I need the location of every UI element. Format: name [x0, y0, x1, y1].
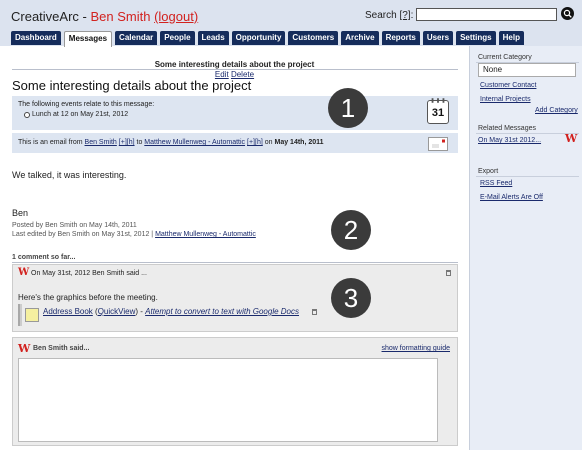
- events-intro: The following events relate to this mess…: [18, 101, 155, 108]
- email-on-word: on: [264, 139, 273, 146]
- email-to-word: to: [136, 139, 143, 146]
- envelope-stamp-icon: [432, 139, 445, 148]
- last-edited-link[interactable]: Matthew Mullenweg - Automattic: [155, 231, 256, 238]
- current-user-name: Ben Smith: [90, 9, 151, 24]
- attachment-line: Address Book (QuickView) - Attempt to co…: [43, 307, 299, 316]
- comment-item: W On May 31st, 2012 Ben Smith said ... H…: [12, 264, 458, 332]
- email-envelope-icon[interactable]: [428, 137, 448, 151]
- email-from-tags[interactable]: [+][h]: [119, 139, 135, 146]
- message-title: Some interesting details about the proje…: [12, 78, 252, 93]
- w-logo-icon: W: [18, 267, 30, 278]
- w-logo-icon: W: [18, 342, 31, 355]
- category-select[interactable]: None: [478, 63, 576, 77]
- calendar-rings-icon: [431, 98, 445, 103]
- tab-leads[interactable]: Leads: [197, 31, 229, 45]
- comment-text: Here's the graphics before the meeting.: [18, 293, 158, 302]
- comments-divider: [12, 262, 458, 263]
- brand-separator: -: [78, 9, 91, 24]
- message-content: Some interesting details about the proje…: [0, 46, 469, 450]
- message-signature: Ben: [12, 208, 29, 218]
- tab-messages[interactable]: Messages: [63, 31, 113, 47]
- brand-title: CreativeArc - Ben Smith (logout): [11, 9, 198, 24]
- posted-by: Posted by Ben Smith on May 14th, 2011: [12, 222, 137, 229]
- calendar-icon[interactable]: 31: [427, 98, 449, 124]
- tab-people[interactable]: People: [160, 31, 195, 45]
- top-header: CreativeArc - Ben Smith (logout) Search …: [0, 0, 582, 47]
- last-edited-prefix: Last edited by Ben Smith on May 31st, 20…: [12, 231, 154, 238]
- comment-count: 1 comment so far...: [12, 254, 76, 261]
- rss-feed-link[interactable]: RSS Feed: [480, 180, 512, 187]
- sidebar-divider: [476, 176, 579, 177]
- sidebar-link-customer-contact[interactable]: Customer Contact: [480, 82, 536, 89]
- email-source-box: This is an email from Ben Smith [+][h] t…: [12, 133, 458, 153]
- related-message-link[interactable]: On May 31st 2012...: [478, 137, 541, 144]
- search-colon: :: [410, 10, 414, 21]
- email-alerts-link[interactable]: E-Mail Alerts Are Off: [480, 194, 543, 201]
- tab-opportunity[interactable]: Opportunity: [231, 31, 286, 45]
- quickview-link[interactable]: QuickView: [98, 307, 136, 316]
- email-to-tags[interactable]: [+][h]: [247, 139, 263, 146]
- sidebar-divider: [476, 133, 579, 134]
- tab-help[interactable]: Help: [498, 31, 524, 45]
- tab-users[interactable]: Users: [422, 31, 454, 45]
- message-body: We talked, it was interesting.: [12, 170, 127, 180]
- search-help-link[interactable]: [?]: [399, 10, 410, 21]
- tab-archive[interactable]: Archive: [341, 31, 379, 45]
- email-source-text: This is an email from Ben Smith [+][h] t…: [18, 139, 324, 146]
- email-prefix: This is an email from: [18, 139, 83, 146]
- tab-reports[interactable]: Reports: [381, 31, 420, 45]
- add-category-link[interactable]: Add Category: [535, 107, 578, 114]
- trash-icon[interactable]: [446, 270, 451, 276]
- logout-link[interactable]: (logout): [154, 9, 198, 24]
- callout-badge-2: 2: [331, 210, 371, 250]
- main-nav-tabs: Dashboard Messages Calendar People Leads…: [11, 31, 524, 47]
- app-name: CreativeArc: [11, 9, 79, 24]
- email-to-link[interactable]: Matthew Mullenweg - Automattic: [144, 139, 245, 146]
- convert-google-docs-link[interactable]: Attempt to convert to text with Google D…: [145, 307, 299, 316]
- event-radio[interactable]: [24, 112, 30, 118]
- attachment-trash-icon[interactable]: [312, 309, 317, 315]
- search-label-text: Search: [365, 10, 397, 21]
- last-edited: Last edited by Ben Smith on May 31st, 20…: [12, 231, 256, 238]
- sidebar: Current Category None Customer Contact I…: [469, 46, 582, 450]
- message-page-title: Some interesting details about the proje…: [154, 60, 315, 69]
- reply-author: Ben Smith said...: [33, 345, 90, 352]
- tab-dashboard[interactable]: Dashboard: [11, 31, 61, 45]
- reply-box: W Ben Smith said... show formatting guid…: [12, 337, 458, 446]
- related-messages-heading: Related Messages: [478, 125, 536, 132]
- attachment-bar: [18, 304, 22, 326]
- formatting-guide-link[interactable]: show formatting guide: [382, 345, 450, 352]
- tab-calendar[interactable]: Calendar: [115, 31, 158, 45]
- tab-settings[interactable]: Settings: [456, 31, 496, 45]
- w-logo-icon: W: [565, 132, 578, 145]
- event-label: Lunch at 12 on May 21st, 2012: [32, 111, 129, 118]
- comment-header: On May 31st, 2012 Ben Smith said ...: [31, 270, 147, 277]
- email-from-link[interactable]: Ben Smith: [85, 139, 117, 146]
- search-button[interactable]: [561, 7, 574, 20]
- search-input[interactable]: [416, 8, 557, 21]
- callout-badge-1: 1: [328, 88, 368, 128]
- export-heading: Export: [478, 168, 499, 175]
- document-icon: [25, 308, 39, 322]
- sidebar-link-internal-projects[interactable]: Internal Projects: [480, 96, 531, 103]
- related-events-box: The following events relate to this mess…: [12, 96, 458, 130]
- tab-customers[interactable]: Customers: [288, 31, 339, 45]
- attachment-link[interactable]: Address Book: [43, 307, 93, 316]
- magnifier-icon: [563, 9, 572, 18]
- current-category-heading: Current Category: [478, 54, 532, 61]
- email-date: May 14th, 2011: [274, 139, 324, 146]
- event-item: Lunch at 12 on May 21st, 2012: [24, 111, 128, 118]
- reply-textarea[interactable]: [18, 358, 438, 442]
- calendar-day: 31: [431, 107, 445, 119]
- search-label: Search [?]:: [365, 10, 413, 21]
- callout-badge-3: 3: [331, 278, 371, 318]
